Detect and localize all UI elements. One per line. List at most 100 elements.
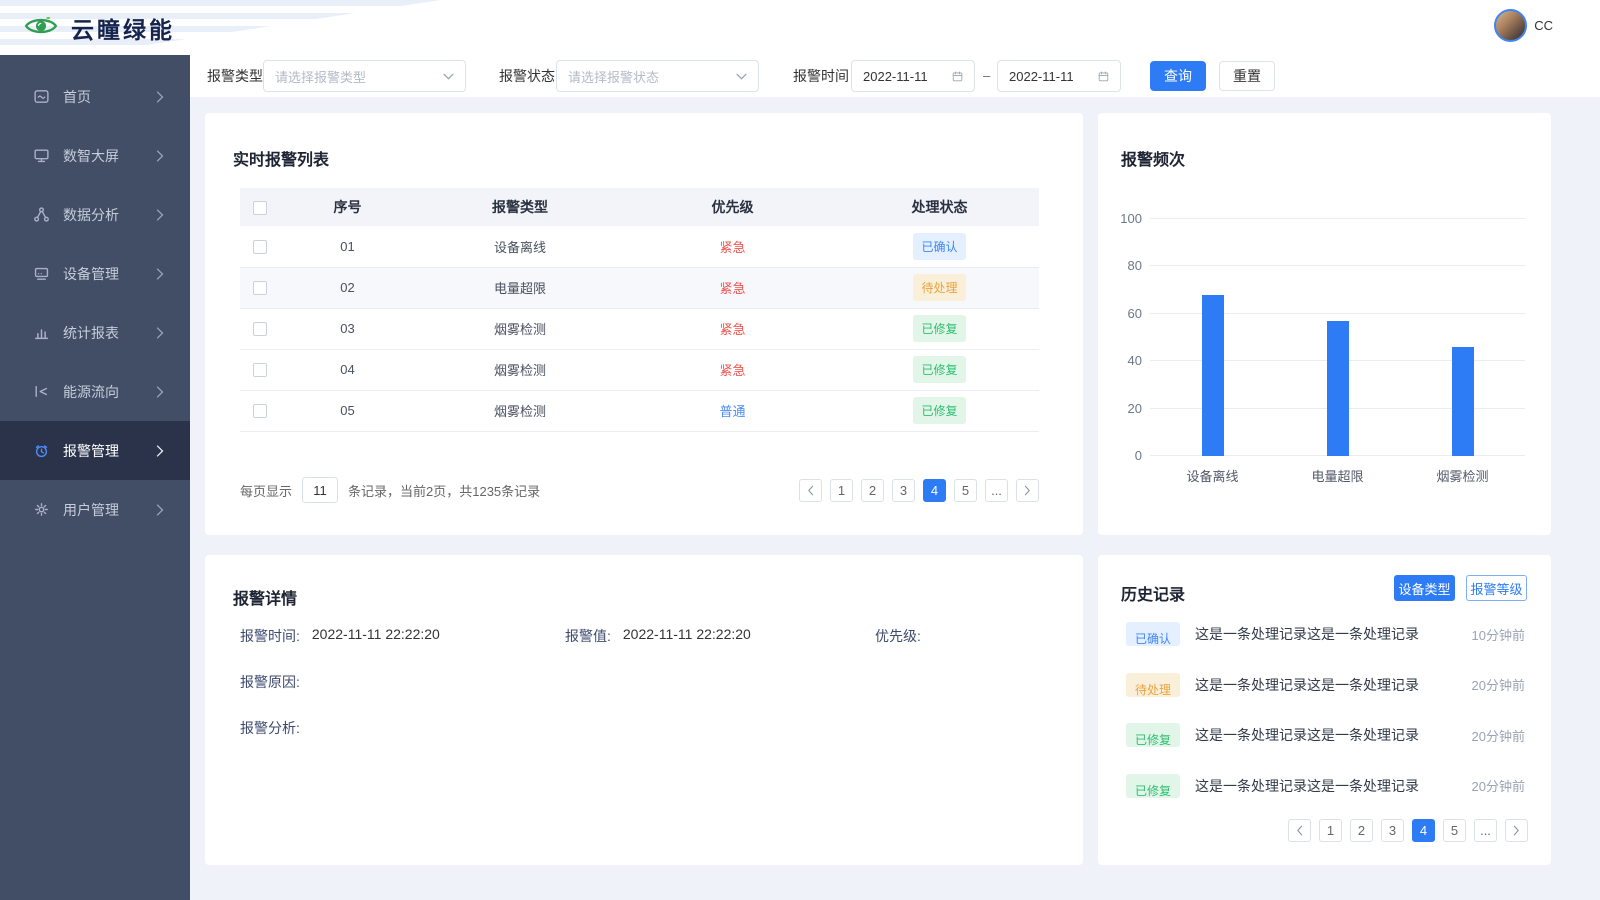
cell-no: 03 xyxy=(280,308,415,349)
alarm-status-select[interactable]: 请选择报警状态 xyxy=(556,60,759,92)
report-icon xyxy=(33,324,50,341)
history-record[interactable]: 已修复 这是一条处理记录这是一条处理记录 20分钟前 xyxy=(1126,761,1525,812)
detail-field-reason: 报警原因: xyxy=(240,672,312,692)
y-tick: 0 xyxy=(1104,448,1142,463)
page-button[interactable]: 3 xyxy=(892,479,915,502)
table-row[interactable]: 02 电量超限 紧急 待处理 xyxy=(240,267,1039,308)
app-root: 云瞳绿能 CC 首页 数智大屏 xyxy=(0,0,1600,900)
sidebar-item-alarm-management[interactable]: 报警管理 xyxy=(0,421,190,480)
detail-value: 2022-11-11 22:22:20 xyxy=(312,626,440,646)
alarm-status-placeholder: 请选择报警状态 xyxy=(568,67,659,86)
detail-label: 优先级: xyxy=(875,626,921,646)
alarm-type-select[interactable]: 请选择报警类型 xyxy=(263,60,466,92)
cell-type: 烟雾检测 xyxy=(415,308,625,349)
table-header-row: 序号 报警类型 优先级 处理状态 xyxy=(240,188,1039,226)
page-button[interactable]: 5 xyxy=(1443,819,1466,842)
table-row[interactable]: 03 烟雾检测 紧急 已修复 xyxy=(240,308,1039,349)
sidebar: 首页 数智大屏 数据分析 xyxy=(0,55,190,900)
prev-page-button[interactable] xyxy=(799,479,822,502)
tab-device-type[interactable]: 设备类型 xyxy=(1394,575,1455,601)
chart-x-labels: 设备离线 电量超限 烟雾检测 xyxy=(1150,466,1525,485)
detail-value: 2022-11-11 22:22:20 xyxy=(623,626,751,646)
topbar: 云瞳绿能 CC xyxy=(0,0,1600,55)
alarm-frequency-panel: 报警频次 100 80 60 40 20 0 设备离线 电量超限 烟雾检测 xyxy=(1098,113,1551,535)
sidebar-item-energy-flow[interactable]: 能源流向 xyxy=(0,362,190,421)
bar-power-overlimit xyxy=(1327,321,1349,456)
date-from-value: 2022-11-11 xyxy=(863,69,928,84)
date-to-input[interactable]: 2022-11-11 xyxy=(997,60,1121,92)
page-button[interactable]: 4 xyxy=(923,479,946,502)
select-all-checkbox[interactable] xyxy=(253,201,267,215)
tab-alarm-level[interactable]: 报警等级 xyxy=(1466,575,1527,601)
alarm-type-label: 报警类型 xyxy=(207,55,263,97)
status-badge: 已修复 xyxy=(913,356,965,383)
date-range-separator: – xyxy=(983,55,990,97)
history-record[interactable]: 已确认 这是一条处理记录这是一条处理记录 10分钟前 xyxy=(1126,609,1525,660)
cell-priority: 紧急 xyxy=(719,363,745,378)
avatar[interactable] xyxy=(1494,9,1527,42)
history-record[interactable]: 待处理 这是一条处理记录这是一条处理记录 20分钟前 xyxy=(1126,660,1525,711)
sidebar-item-statistics-report[interactable]: 统计报表 xyxy=(0,303,190,362)
detail-label: 报警值: xyxy=(565,626,611,646)
sidebar-item-label: 设备管理 xyxy=(63,264,119,284)
history-title: 历史记录 xyxy=(1121,581,1185,605)
table-footer: 每页显示 条记录，当前2页，共1235条记录 1 2 3 4 5 ... xyxy=(240,477,1039,503)
next-page-button[interactable] xyxy=(1505,819,1528,842)
user-menu[interactable]: CC xyxy=(1494,9,1553,42)
page-ellipsis-button[interactable]: ... xyxy=(1474,819,1497,842)
row-checkbox[interactable] xyxy=(253,281,267,295)
bar-device-offline xyxy=(1202,295,1224,456)
page-button[interactable]: 1 xyxy=(830,479,853,502)
prev-page-button[interactable] xyxy=(1288,819,1311,842)
sidebar-item-device-management[interactable]: 设备管理 xyxy=(0,244,190,303)
sidebar-item-label: 首页 xyxy=(63,87,91,107)
sidebar-item-label: 数智大屏 xyxy=(63,146,119,166)
page-button[interactable]: 1 xyxy=(1319,819,1342,842)
page-button[interactable]: 4 xyxy=(1412,819,1435,842)
user-name: CC xyxy=(1534,18,1553,33)
chevron-right-icon xyxy=(156,327,164,339)
cell-priority: 紧急 xyxy=(719,322,745,337)
column-header-type: 报警类型 xyxy=(415,188,625,226)
sidebar-item-home[interactable]: 首页 xyxy=(0,67,190,126)
page-button[interactable]: 2 xyxy=(1350,819,1373,842)
history-list: 已确认 这是一条处理记录这是一条处理记录 10分钟前 待处理 这是一条处理记录这… xyxy=(1126,609,1525,811)
cell-no: 05 xyxy=(280,390,415,431)
history-text: 这是一条处理记录这是一条处理记录 xyxy=(1195,776,1419,796)
history-text: 这是一条处理记录这是一条处理记录 xyxy=(1195,624,1419,644)
chevron-right-icon xyxy=(156,268,164,280)
realtime-alarm-panel: 实时报警列表 序号 报警类型 优先级 处理状态 01 设备离线 紧急 已确 xyxy=(205,113,1083,535)
row-checkbox[interactable] xyxy=(253,240,267,254)
per-page-input[interactable] xyxy=(302,477,338,503)
table-row[interactable]: 05 烟雾检测 普通 已修复 xyxy=(240,390,1039,431)
date-from-input[interactable]: 2022-11-11 xyxy=(851,60,975,92)
detail-field-value: 报警值: 2022-11-11 22:22:20 xyxy=(565,626,751,646)
next-page-button[interactable] xyxy=(1016,479,1039,502)
reset-button[interactable]: 重置 xyxy=(1219,61,1275,91)
per-page-group: 每页显示 条记录，当前2页，共1235条记录 xyxy=(240,477,540,503)
sidebar-item-data-analysis[interactable]: 数据分析 xyxy=(0,185,190,244)
page-button[interactable]: 2 xyxy=(861,479,884,502)
chevron-left-icon xyxy=(807,485,814,496)
page-ellipsis-button[interactable]: ... xyxy=(985,479,1008,502)
history-time: 20分钟前 xyxy=(1472,726,1525,745)
history-pagination: 1 2 3 4 5 ... xyxy=(1288,819,1528,842)
row-checkbox[interactable] xyxy=(253,322,267,336)
cell-type: 烟雾检测 xyxy=(415,390,625,431)
date-to-value: 2022-11-11 xyxy=(1009,69,1074,84)
row-checkbox[interactable] xyxy=(253,363,267,377)
query-button[interactable]: 查询 xyxy=(1150,61,1206,91)
y-tick: 40 xyxy=(1104,353,1142,368)
x-label: 电量超限 xyxy=(1275,466,1400,485)
row-checkbox[interactable] xyxy=(253,404,267,418)
page-button[interactable]: 3 xyxy=(1381,819,1404,842)
alarm-icon xyxy=(33,442,50,459)
table-row[interactable]: 04 烟雾检测 紧急 已修复 xyxy=(240,349,1039,390)
history-record[interactable]: 已修复 这是一条处理记录这是一条处理记录 20分钟前 xyxy=(1126,710,1525,761)
calendar-icon xyxy=(1098,71,1109,82)
sidebar-item-user-management[interactable]: 用户管理 xyxy=(0,480,190,539)
table-row[interactable]: 01 设备离线 紧急 已确认 xyxy=(240,226,1039,267)
sidebar-item-big-screen[interactable]: 数智大屏 xyxy=(0,126,190,185)
chevron-right-icon xyxy=(156,91,164,103)
page-button[interactable]: 5 xyxy=(954,479,977,502)
